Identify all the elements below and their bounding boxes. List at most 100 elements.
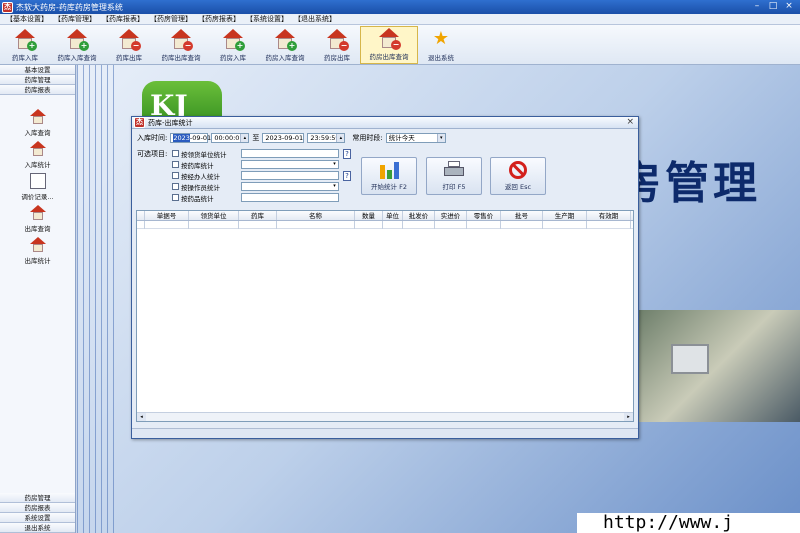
date-to-field[interactable]: 2023-09-01 [262, 133, 305, 143]
sidebar-item-label: 出库统计 [24, 257, 51, 265]
chevron-down-icon[interactable]: ▾ [331, 183, 338, 190]
sidebar-item-in-query[interactable]: 入库查询 [0, 109, 75, 141]
col-header[interactable]: 批号 [501, 211, 543, 220]
col-header[interactable]: 实进价 [435, 211, 467, 220]
table-row[interactable] [137, 221, 633, 229]
toolbar-pharmacy-out-query[interactable]: − 药房出库查询 [360, 26, 418, 64]
sidebar-item-price-records[interactable]: 调价记录... [0, 173, 75, 205]
toolbar-exit[interactable]: ★ 退出系统 [418, 26, 464, 64]
time-to-field[interactable]: 23:59:59 ▴ [307, 133, 346, 143]
chevron-down-icon[interactable]: ▾ [331, 161, 338, 168]
col-header[interactable]: 药库 [239, 211, 277, 220]
close-icon[interactable]: × [782, 1, 796, 12]
house-icon [29, 109, 46, 125]
option-row: 按经办人统计 ? [172, 170, 351, 181]
toolbar-storage-in[interactable]: + 药库入库 [2, 26, 48, 64]
toolbar-label: 药房出库查询 [369, 53, 409, 61]
sidebar: 基本设置 药库管理 药库报表 入库查询 入库统计 调价记录... 出库查询 出库… [0, 65, 76, 533]
toolbar-pharmacy-in[interactable]: + 药房入库 [210, 26, 256, 64]
col-header[interactable]: 有效期 [587, 211, 631, 220]
option-combo[interactable]: ▾ [241, 182, 339, 191]
scroll-right-icon[interactable]: ▸ [624, 413, 633, 421]
option-label: 按药库统计 [181, 161, 214, 170]
sidebar-cat-exit[interactable]: 退出系统 [0, 523, 75, 533]
menu-system-settings[interactable]: 【系统设置】 [246, 14, 288, 24]
results-table[interactable]: 单据号 领货单位 药库 名称 数量 单位 批发价 实进价 零售价 批号 生产期 … [136, 210, 634, 422]
toolbar-storage-out-query[interactable]: − 药库出库查询 [152, 26, 210, 64]
menu-storage-manage[interactable]: 【药库管理】 [54, 14, 96, 24]
option-checkbox[interactable] [172, 150, 179, 157]
sidebar-cat-storage-report[interactable]: 药库报表 [0, 85, 75, 95]
document-icon [29, 173, 46, 189]
back-button[interactable]: 返回 Esc [490, 157, 546, 195]
col-header[interactable]: 生产期 [543, 211, 587, 220]
sidebar-item-out-stats[interactable]: 出库统计 [0, 237, 75, 269]
toolbar-pharmacy-in-query[interactable]: + 药房入库查询 [256, 26, 314, 64]
col-header[interactable]: 单据号 [145, 211, 189, 220]
sidebar-cat-storage-manage[interactable]: 药库管理 [0, 75, 75, 85]
maximize-icon[interactable]: □ [766, 1, 780, 12]
toolbar-pharmacy-out[interactable]: − 药房出库 [314, 26, 360, 64]
scroll-left-icon[interactable]: ◂ [137, 413, 146, 421]
menu-pharmacy-report[interactable]: 【药房报表】 [198, 14, 240, 24]
option-field[interactable] [241, 149, 339, 158]
option-field[interactable] [241, 171, 339, 180]
sidebar-item-label: 入库查询 [24, 129, 51, 137]
sidebar-cat-basic-settings[interactable]: 基本设置 [0, 65, 75, 75]
window-title: 杰软大药房-药库药房管理系统 [16, 2, 123, 12]
col-header[interactable]: 零售价 [467, 211, 501, 220]
sidebar-item-label: 调价记录... [21, 193, 54, 201]
menu-pharmacy-manage[interactable]: 【药房管理】 [150, 14, 192, 24]
main-title-bar: 杰 杰软大药房-药库药房管理系统 – □ × [0, 0, 800, 14]
background-url: http://www.j [577, 513, 800, 533]
printer-icon [443, 161, 465, 179]
app-icon: 杰 [2, 1, 13, 13]
menu-storage-report[interactable]: 【药库报表】 [102, 14, 144, 24]
spin-icon[interactable]: ▴ [240, 134, 249, 142]
house-remove-icon: − [378, 27, 401, 50]
house-add-icon: + [274, 28, 297, 51]
start-stats-button[interactable]: 开始统计 F2 [361, 157, 417, 195]
minimize-icon[interactable]: – [750, 1, 764, 12]
option-checkbox[interactable] [172, 172, 179, 179]
date-from-field[interactable]: 2023-09-01 [170, 133, 211, 143]
sidebar-cat-pharmacy-report[interactable]: 药房报表 [0, 503, 75, 513]
house-icon [29, 141, 46, 157]
dialog-close-icon[interactable]: × [626, 117, 634, 127]
toolbar-storage-in-query[interactable]: + 药库入库查询 [48, 26, 106, 64]
menu-exit[interactable]: 【退出系统】 [294, 14, 336, 24]
house-icon [29, 205, 46, 221]
option-combo[interactable]: ▾ [241, 160, 339, 169]
sidebar-cat-pharmacy-manage[interactable]: 药房管理 [0, 493, 75, 503]
sidebar-item-out-query[interactable]: 出库查询 [0, 205, 75, 237]
house-add-icon: + [222, 28, 245, 51]
col-header[interactable]: 批发价 [403, 211, 435, 220]
house-remove-icon: − [118, 28, 141, 51]
menu-basic-settings[interactable]: 【基本设置】 [6, 14, 48, 24]
toolbar-label: 退出系统 [428, 54, 454, 62]
toolbar: + 药库入库 + 药库入库查询 − 药库出库 − 药库出库查询 + 药房入库 +… [0, 25, 800, 65]
horizontal-scrollbar[interactable]: ◂ ▸ [137, 412, 633, 421]
option-query-button[interactable]: ? [343, 170, 351, 181]
option-field[interactable] [241, 193, 339, 202]
col-header[interactable]: 数量 [355, 211, 383, 220]
option-checkbox[interactable] [172, 183, 179, 190]
sidebar-item-in-stats[interactable]: 入库统计 [0, 141, 75, 173]
toolbar-label: 药库入库查询 [57, 54, 97, 62]
option-row: 按药品统计 [172, 192, 351, 203]
time-from-field[interactable]: 00:00:01 ▴ [211, 133, 250, 143]
period-select[interactable]: 统计今天 ▾ [385, 133, 446, 143]
option-checkbox[interactable] [172, 194, 179, 201]
col-header[interactable]: 名称 [277, 211, 355, 220]
spin-icon[interactable]: ▴ [336, 134, 345, 142]
chevron-down-icon[interactable]: ▾ [436, 134, 445, 142]
sidebar-cat-system-settings[interactable]: 系统设置 [0, 513, 75, 523]
option-query-button[interactable]: ? [343, 148, 351, 159]
toolbar-label: 药库出库查询 [161, 54, 201, 62]
col-header[interactable]: 领货单位 [189, 211, 239, 220]
toolbar-storage-out[interactable]: − 药库出库 [106, 26, 152, 64]
print-button[interactable]: 打印 F5 [426, 157, 482, 195]
col-header[interactable]: 单位 [383, 211, 403, 220]
option-label: 按药品统计 [181, 194, 214, 203]
option-checkbox[interactable] [172, 161, 179, 168]
